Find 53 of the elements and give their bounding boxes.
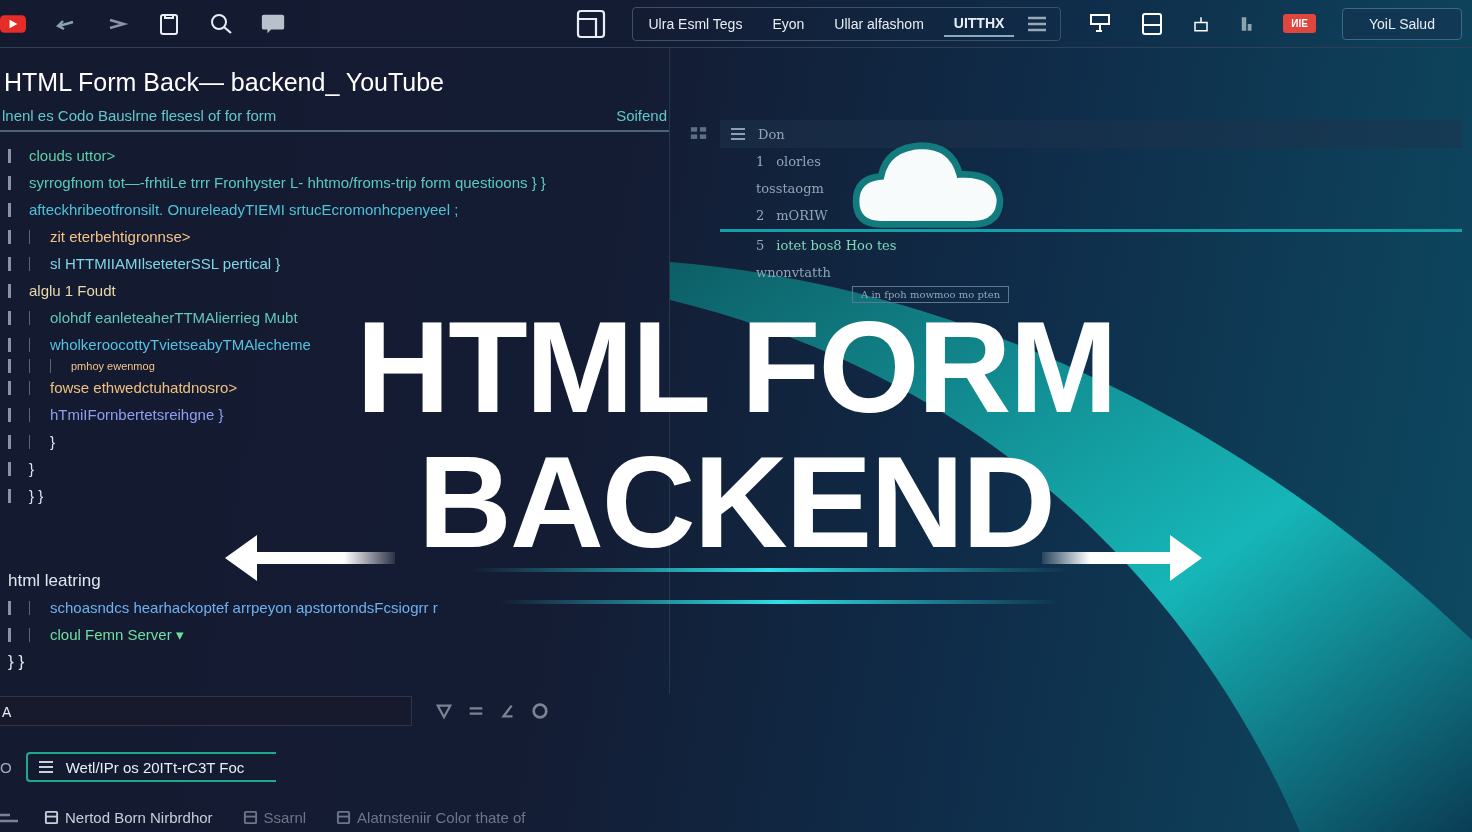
status-field[interactable]: Wetl/IPr os 20ITt-rC3T Foc bbox=[25, 752, 276, 782]
list-icon bbox=[728, 125, 748, 143]
code-line: cloul Femn Server ▾ bbox=[50, 625, 184, 644]
panel-icon bbox=[44, 809, 59, 825]
code-line: clouds uttor> bbox=[29, 147, 116, 164]
notification-badge[interactable]: ИIE bbox=[1283, 14, 1316, 33]
code-line: zit eterbehtigronnse> bbox=[50, 228, 191, 245]
grid-icon[interactable] bbox=[690, 126, 708, 141]
filter-icon[interactable] bbox=[434, 702, 454, 720]
outline-header: Don bbox=[758, 126, 785, 142]
outline-item[interactable]: wnonvtatth bbox=[720, 259, 1462, 286]
toolbar-tab[interactable]: UITTHX bbox=[943, 10, 1015, 37]
bottom-tab[interactable]: Nertod Born Nirbrdhor bbox=[38, 807, 219, 827]
left-arrow-icon bbox=[225, 533, 395, 583]
toolbar-tab[interactable]: Ullar alfashom bbox=[824, 11, 934, 36]
command-field[interactable]: A bbox=[0, 696, 412, 726]
code-line: } } bbox=[8, 651, 25, 672]
search-icon[interactable] bbox=[208, 11, 234, 36]
note-field: A in fpoh mowmoo mo pten bbox=[852, 286, 1010, 303]
panel-icon bbox=[336, 809, 352, 825]
code-line: wholkeroocottyTvietseabyTMAlecheme bbox=[50, 336, 311, 353]
outline-item[interactable]: tosstaogm bbox=[720, 175, 1462, 202]
headline-text: BACKEND bbox=[418, 435, 1054, 570]
code-line: alglu 1 Foudt bbox=[29, 282, 116, 299]
status-text: Wetl/IPr os 20ITt-rC3T Foc bbox=[65, 758, 245, 776]
code-line: pmhoy ewenmog bbox=[71, 360, 155, 372]
bottom-tab[interactable]: Alatnsteniir Color thate of bbox=[330, 807, 532, 827]
code-line: } bbox=[29, 460, 34, 477]
toolbar-tab[interactable]: Eyon bbox=[762, 11, 815, 36]
subtitle-text: lnenl es Codo Bauslrne flesesl of for form bbox=[2, 107, 277, 124]
code-line: html leatring bbox=[8, 570, 101, 591]
record-icon[interactable] bbox=[530, 702, 550, 720]
outline-item[interactable]: 5 iotet bos8 Hoo tes bbox=[720, 229, 1462, 259]
bottom-tab[interactable]: Ssarnl bbox=[236, 807, 313, 827]
code-line: schoasndcs hearhackoptef arrpeyon apstortondsFcsiogrr r bbox=[50, 599, 438, 616]
code-line: fowse ethwedctuhatdnosro> bbox=[50, 379, 238, 396]
status-prefix: O bbox=[0, 758, 12, 776]
code-line: } } bbox=[29, 487, 44, 504]
code-line: olohdf eanleteaherTTMAlierrieg Mubt bbox=[50, 309, 298, 326]
code-line: sl HTTMIIAMIlseteterSSL pertical } bbox=[50, 255, 281, 272]
panel-icon bbox=[242, 809, 258, 825]
account-button[interactable]: YoiL Salud bbox=[1342, 7, 1462, 40]
video-title: HTML Form Back— backend_ YouTube bbox=[4, 68, 446, 97]
window-icon[interactable] bbox=[575, 8, 606, 39]
toolbar-tab[interactable]: Ulra Esml Tegs bbox=[638, 11, 753, 36]
headline-text: HTML FORM bbox=[356, 300, 1116, 435]
outline-item[interactable]: 1 olorles bbox=[720, 148, 1462, 175]
code-line: } bbox=[50, 433, 55, 450]
outline-item[interactable]: 2 mORIW bbox=[720, 202, 1462, 229]
code-line: afteckhribeotfronsilt. OnureleadyTIEMI srtucEcromonhcpenyeel ; bbox=[29, 201, 459, 218]
code-line: syrrogfnom tot—-frhtiLe trrr Fronhyster L- hhtmo/froms-trip form questioons } } bbox=[29, 174, 546, 191]
code-line: hTmiIFornbertetsreihgne } bbox=[50, 406, 224, 423]
send-link[interactable]: Soifend bbox=[616, 107, 667, 124]
